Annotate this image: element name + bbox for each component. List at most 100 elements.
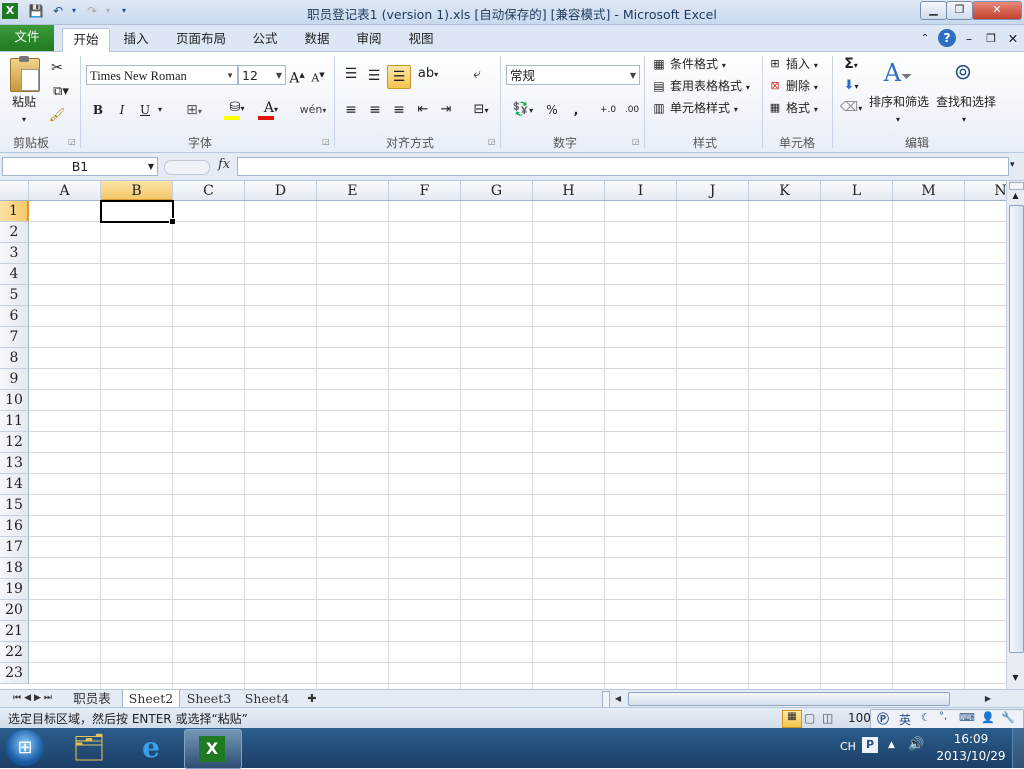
merge-center-icon[interactable]: ⊟▾ [466, 100, 496, 120]
conditional-format-icon[interactable]: ▦ [652, 54, 666, 74]
sort-filter-button[interactable]: 排序和筛选 [866, 92, 932, 112]
excel-taskbar-button[interactable]: X [184, 729, 242, 769]
expand-formula-bar-icon[interactable]: ▾ [1010, 160, 1015, 170]
name-box[interactable]: B1 ▼ [2, 157, 158, 176]
cut-icon[interactable]: ✂ [48, 58, 66, 78]
horizontal-scroll-thumb[interactable] [628, 692, 950, 706]
alignment-launcher-icon[interactable]: ◲ [488, 137, 496, 146]
tab-view[interactable]: 视图 [402, 28, 440, 50]
format-as-table-button[interactable]: 套用表格格式 ▾ [670, 76, 756, 96]
align-top-icon[interactable]: ☰ [342, 64, 360, 84]
column-header[interactable]: G [461, 181, 533, 201]
fill-color-icon[interactable]: ⛁▾ [222, 98, 252, 120]
user-icon[interactable]: 👤 [981, 711, 995, 724]
number-launcher-icon[interactable]: ◲ [632, 137, 640, 146]
grow-font-icon[interactable]: A▲ [289, 65, 305, 87]
cell-area[interactable] [29, 201, 1006, 689]
underline-button[interactable]: U [137, 100, 153, 120]
row-header[interactable]: 2 [0, 222, 29, 243]
align-center-icon[interactable]: ≡ [366, 100, 384, 120]
column-header[interactable]: M [893, 181, 965, 201]
format-cells-button[interactable]: 格式 ▾ [786, 98, 826, 118]
row-header[interactable]: 1 [0, 201, 29, 222]
paste-icon[interactable] [10, 56, 40, 92]
tab-data[interactable]: 数据 [298, 28, 336, 50]
row-header[interactable]: 18 [0, 558, 29, 579]
cell-styles-icon[interactable]: ▥ [652, 98, 666, 118]
comma-style-button[interactable]: , [568, 100, 584, 120]
row-header[interactable]: 3 [0, 243, 29, 264]
column-header[interactable]: K [749, 181, 821, 201]
workbook-close-icon[interactable]: ✕ [1006, 28, 1020, 50]
decrease-indent-icon[interactable]: ⇤ [414, 100, 432, 120]
insert-cells-icon[interactable]: ⊞ [768, 54, 782, 74]
number-format-select[interactable]: 常规 ▼ [506, 65, 640, 85]
select-all-corner[interactable] [0, 181, 29, 201]
row-header[interactable]: 23 [0, 663, 29, 684]
show-hidden-icons-icon[interactable]: ▲ [888, 740, 895, 750]
zoom-level[interactable]: 100 [848, 711, 871, 725]
row-header[interactable]: 20 [0, 600, 29, 621]
delete-cells-button[interactable]: 删除 ▾ [786, 76, 826, 96]
page-break-view-icon[interactable]: ◫ [822, 711, 833, 725]
orientation-icon[interactable]: ab▾ [414, 64, 442, 84]
insert-sheet-icon[interactable]: ✚ [302, 690, 322, 707]
clock-time[interactable]: 16:09 [936, 732, 1006, 746]
input-language[interactable]: CH [840, 740, 856, 753]
find-select-icon[interactable]: ⊚ [948, 58, 978, 88]
font-color-icon[interactable]: A▾ [256, 98, 286, 120]
tab-insert[interactable]: 插入 [116, 28, 156, 50]
column-header[interactable]: L [821, 181, 893, 201]
column-header[interactable]: N [965, 181, 1006, 201]
tab-formulas[interactable]: 公式 [246, 28, 284, 50]
insert-function-button[interactable]: fx [218, 157, 230, 172]
tab-home[interactable]: 开始 [62, 28, 110, 52]
moon-icon[interactable]: ☾ [921, 711, 931, 724]
align-left-icon[interactable]: ≡ [342, 100, 360, 120]
tab-page-layout[interactable]: 页面布局 [170, 28, 232, 50]
column-header[interactable]: E [317, 181, 389, 201]
restore-button[interactable]: ❐ [946, 1, 973, 20]
active-cell[interactable] [100, 200, 176, 225]
close-button[interactable]: ✕ [972, 1, 1022, 20]
column-header[interactable]: C [173, 181, 245, 201]
help-icon[interactable]: ? [938, 29, 956, 47]
column-header[interactable]: F [389, 181, 461, 201]
row-header[interactable]: 15 [0, 495, 29, 516]
row-header[interactable]: 13 [0, 453, 29, 474]
row-header[interactable]: 7 [0, 327, 29, 348]
row-header[interactable]: 10 [0, 390, 29, 411]
format-painter-icon[interactable]: 🖌 [48, 106, 66, 126]
tab-split-box[interactable] [602, 691, 610, 708]
workbook-restore-icon[interactable]: ❐ [984, 28, 998, 50]
fill-handle[interactable] [169, 218, 176, 225]
find-select-button[interactable]: 查找和选择 [933, 92, 999, 112]
row-header[interactable]: 5 [0, 285, 29, 306]
sheet-tab-active[interactable]: Sheet2 [122, 690, 180, 708]
clock-date[interactable]: 2013/10/29 [934, 749, 1008, 763]
sheet-tab[interactable]: Sheet3 [182, 690, 236, 707]
minimize-button[interactable]: ▁ [920, 1, 947, 20]
row-header[interactable]: 17 [0, 537, 29, 558]
scroll-right-icon[interactable]: ▶ [982, 690, 994, 707]
normal-view-icon[interactable]: ▦ [782, 710, 802, 728]
column-header[interactable]: A [29, 181, 101, 201]
autosum-button[interactable]: Σ▾ [838, 54, 864, 74]
sheet-tab[interactable]: 职员表 [64, 690, 120, 707]
format-cells-icon[interactable]: ▦ [768, 98, 782, 118]
align-bottom-icon[interactable]: ☰ [387, 65, 411, 89]
worksheet-grid[interactable]: A B C D E F G H I J K L M N 1 2 3 4 5 6 7 8 9 10 11 12 13 14 15 16 17 1… [0, 181, 1006, 689]
row-header[interactable]: 6 [0, 306, 29, 327]
scroll-down-icon[interactable]: ▼ [1009, 673, 1022, 685]
column-header[interactable]: D [245, 181, 317, 201]
align-right-icon[interactable]: ≡ [390, 100, 408, 120]
ime-language[interactable]: 英 [899, 711, 911, 728]
wrench-icon[interactable]: 🔧 [1001, 711, 1015, 724]
ime-tray-icon[interactable]: P [862, 737, 878, 753]
formula-input[interactable] [237, 157, 1009, 176]
borders-icon[interactable]: ⊞▾ [178, 100, 210, 120]
row-header[interactable]: 16 [0, 516, 29, 537]
fill-icon[interactable]: ⬇▾ [838, 76, 864, 96]
delete-cells-icon[interactable]: ⊠ [768, 76, 782, 96]
volume-icon[interactable]: 🔊 [908, 737, 924, 752]
